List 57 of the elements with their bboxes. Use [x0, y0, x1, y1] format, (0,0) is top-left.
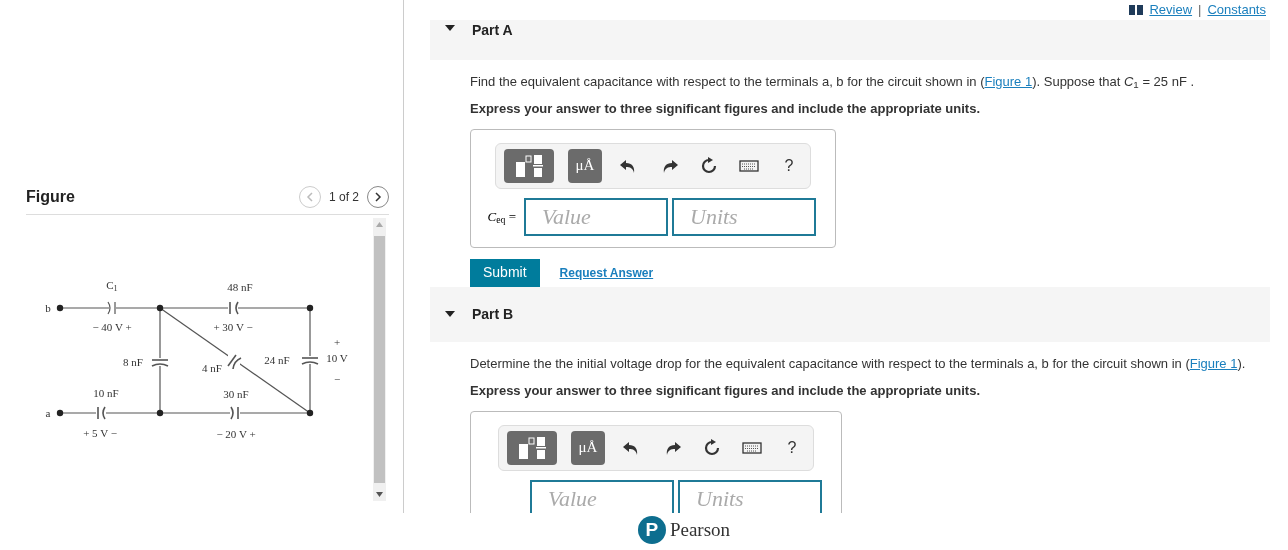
part-header[interactable]: Part A — [430, 19, 1270, 60]
value-field[interactable]: Value — [524, 197, 668, 236]
circuit-label: 10 nF — [93, 385, 119, 401]
request-answer-link[interactable]: Request Answer — [559, 263, 654, 282]
circuit-label: 4 nF — [202, 360, 222, 376]
logo-text: Pearson — [669, 518, 731, 542]
circuit-label: + 30 V − — [213, 319, 253, 335]
circuit-label: a — [45, 405, 51, 421]
circuit-label: b — [45, 300, 51, 316]
circuit-label: + — [333, 334, 341, 350]
instruction-text: Express your answer to three significant figures and include the appropriate units. — [470, 382, 981, 400]
templates-icon — [515, 153, 543, 178]
circuit-label: 24 nF — [264, 352, 290, 368]
circuit-label: 8 nF — [123, 354, 143, 370]
help-button[interactable]: ? — [776, 152, 802, 179]
circuit-label: 10 V — [326, 350, 348, 366]
review-link[interactable]: Review — [1149, 0, 1193, 20]
circuit-label: − 20 V + — [216, 426, 256, 442]
circuit-label: − — [333, 371, 341, 387]
units-field[interactable]: Units — [678, 479, 822, 513]
submit-button[interactable]: Submit — [470, 258, 540, 287]
units-button[interactable]: μÅ — [571, 430, 605, 465]
page-indicator: 1 of 2 — [328, 188, 359, 206]
question-text: Find the equivalent capacitance with respect to the terminals a, b for the circuit shown in (Figure 1). Suppose that C$_{1}$ = 25 nF . — [470, 72, 1196, 91]
reset-icon — [699, 156, 719, 175]
book-icon — [1129, 4, 1144, 15]
figure-link[interactable]: Figure 1 — [984, 73, 1033, 89]
units-button[interactable]: μÅ — [568, 148, 602, 183]
question-text: Determine the the initial voltage drop for the equivalent capacitance with respect to the terminals a, b for the circuit shown in (Figure 1). — [470, 354, 1247, 373]
reset-icon — [702, 438, 722, 457]
part-title: Part A — [472, 20, 513, 40]
logo-mark: P — [637, 516, 666, 545]
templates-button[interactable] — [504, 148, 554, 183]
help-button[interactable]: ? — [779, 434, 805, 461]
chevron-right-icon — [374, 191, 382, 202]
answer-label: C$_{eq}$ = — [487, 207, 516, 227]
templates-icon — [518, 435, 546, 460]
part-title: Part B — [472, 304, 514, 324]
instruction-text: Express your answer to three significant figures and include the appropriate units. — [470, 100, 981, 118]
figure-link[interactable]: Figure 1 — [1189, 355, 1238, 371]
constants-link[interactable]: Constants — [1207, 0, 1266, 20]
scroll-up-icon — [376, 222, 383, 227]
scrollbar[interactable] — [373, 218, 386, 501]
link-separator: | — [1198, 1, 1202, 19]
figure-title: Figure — [26, 186, 75, 207]
circuit-label: C$_{1}$ — [106, 277, 118, 294]
circuit-label: 30 nF — [223, 386, 249, 402]
units-field[interactable]: Units — [672, 197, 816, 236]
circuit-label: + 5 V − — [83, 425, 117, 441]
scroll-down-icon — [376, 492, 383, 497]
value-field[interactable]: Value — [530, 479, 674, 513]
part-header[interactable]: Part B — [430, 286, 1270, 342]
circuit-label: − 40 V + — [92, 319, 132, 335]
templates-button[interactable] — [507, 430, 557, 465]
circuit-label: 48 nF — [227, 279, 253, 295]
chevron-left-icon — [305, 191, 314, 202]
scrollbar-thumb[interactable] — [374, 236, 385, 483]
